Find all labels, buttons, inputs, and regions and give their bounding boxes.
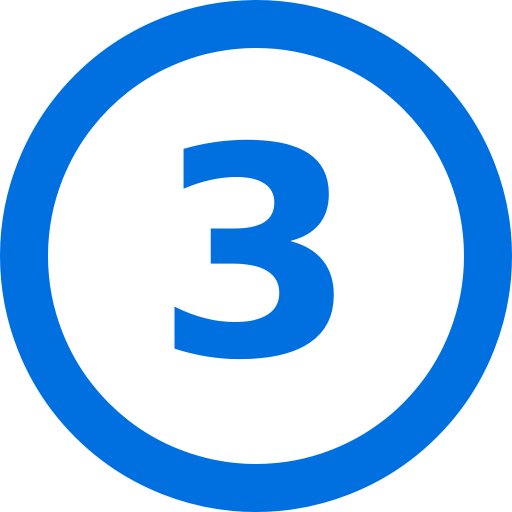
- number-3-circle-icon: 3: [0, 0, 512, 512]
- digit-label: 3: [155, 87, 357, 424]
